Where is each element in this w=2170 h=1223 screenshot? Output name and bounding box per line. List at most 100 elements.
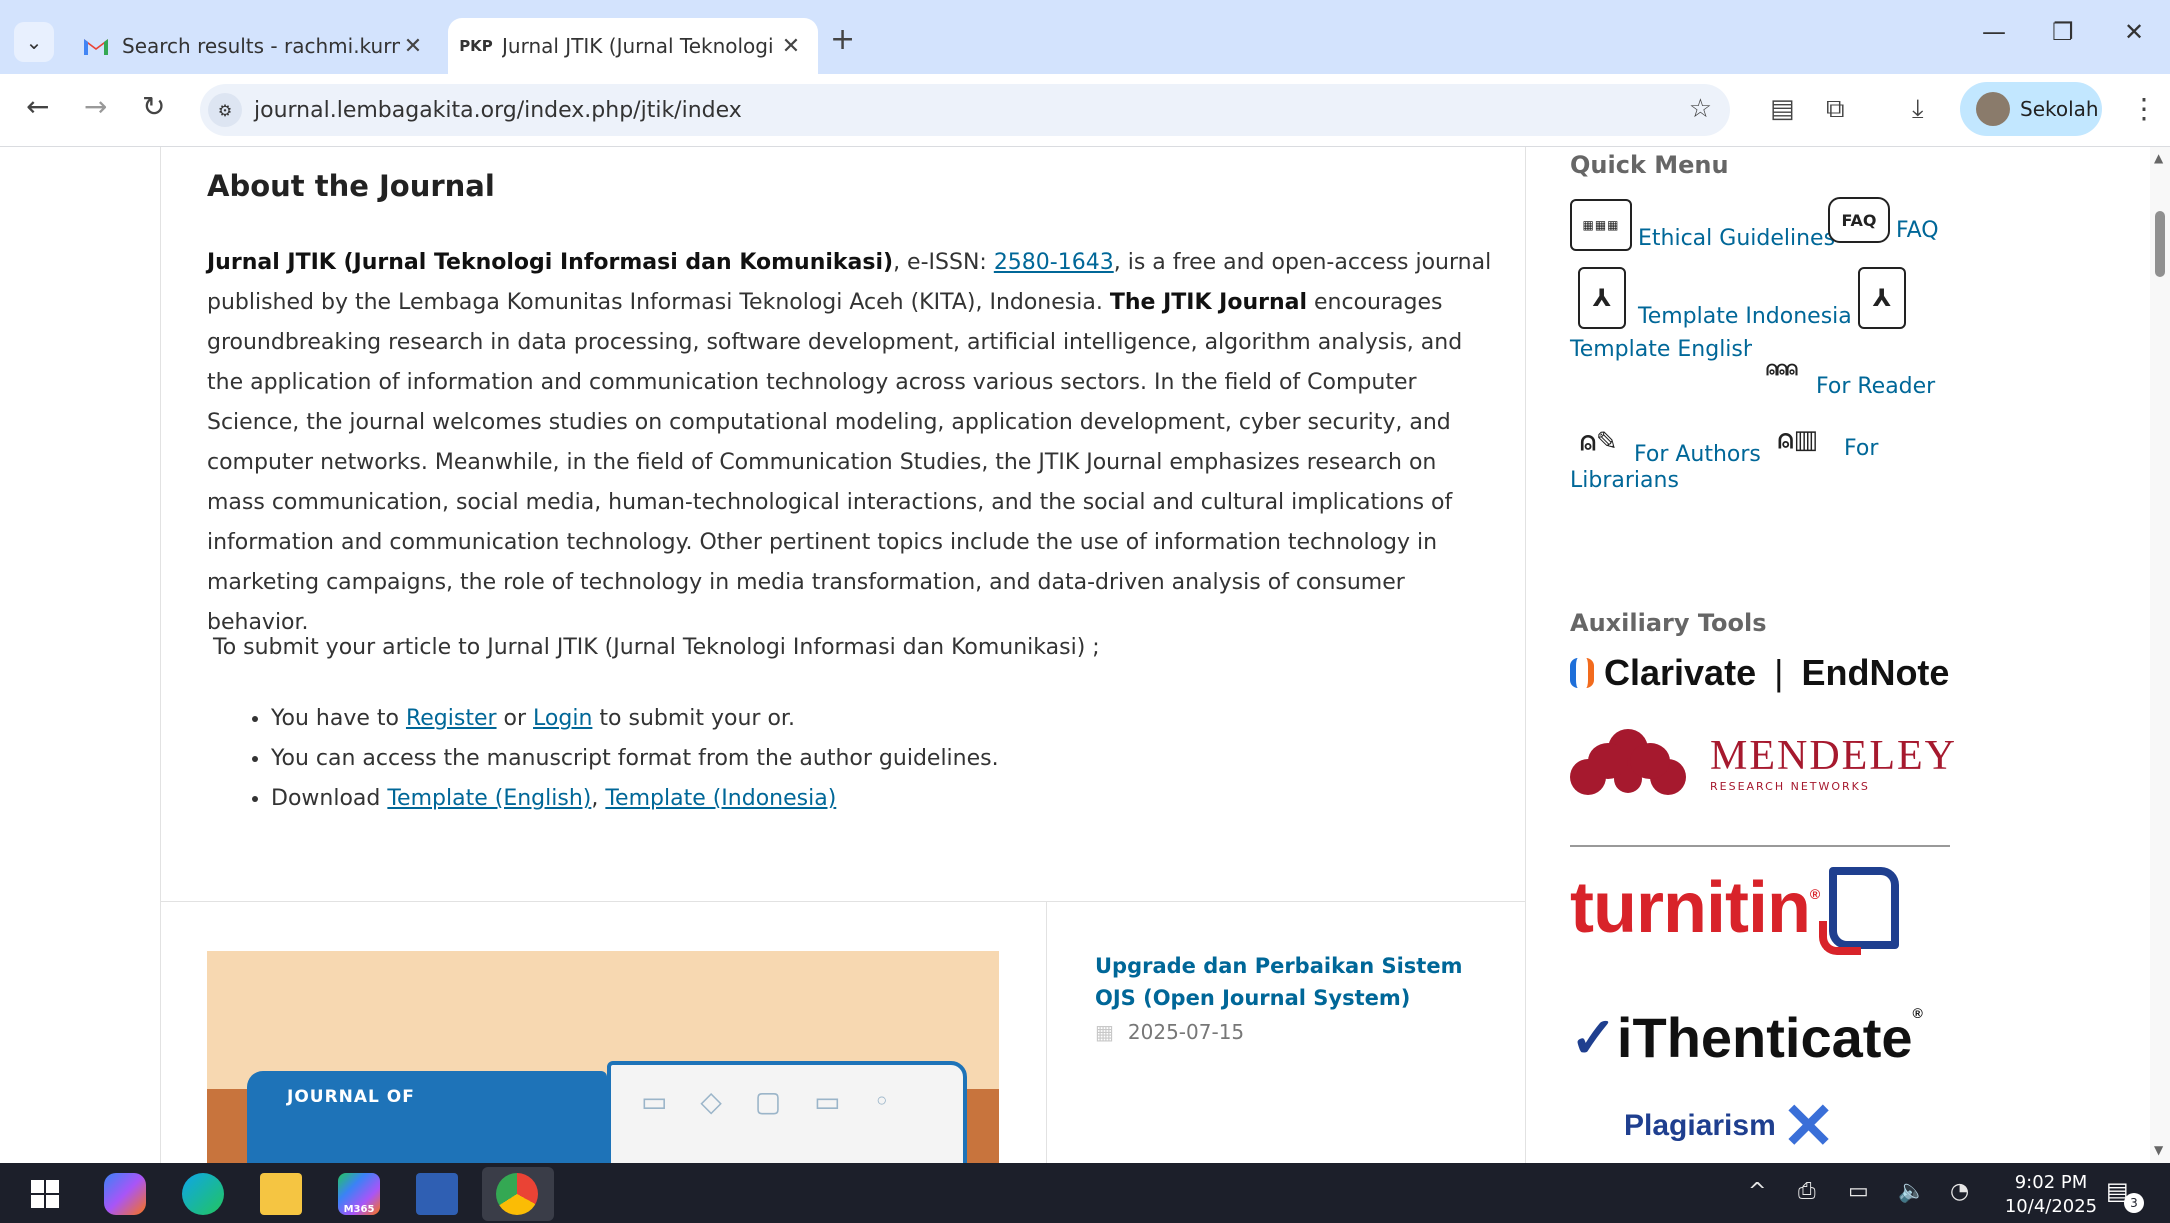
pdf-icon[interactable]: ⅄ — [1858, 267, 1906, 329]
bookmark-star-icon[interactable]: ☆ — [1689, 94, 1712, 124]
quick-menu-title: Quick Menu — [1570, 151, 1729, 179]
back-arrow-icon[interactable]: ← — [26, 90, 49, 123]
windows-start-icon[interactable] — [24, 1173, 66, 1215]
endnote-text: EndNote — [1801, 652, 1950, 693]
quick-menu-ethical[interactable]: ▦▦▦ Ethical Guidelines — [1570, 199, 1835, 251]
address-bar[interactable]: ⚙ journal.lembagakita.org/index.php/jtik… — [200, 84, 1730, 136]
login-link[interactable]: Login — [533, 706, 592, 731]
page-scrollbar[interactable] — [2150, 147, 2170, 1163]
store-icon[interactable] — [416, 1173, 458, 1215]
list-item: Download Template (English), Template (I… — [271, 779, 999, 819]
turnitin-text: turnitin — [1570, 868, 1811, 948]
ithenticate-logo[interactable]: ✓iThenticate® — [1570, 1005, 1923, 1071]
about-title: About the Journal — [207, 169, 495, 203]
reader-extension-icon[interactable]: ▤ — [1770, 94, 1795, 124]
clock-date: 10/4/2025 — [2004, 1196, 2098, 1217]
notification-badge: 3 — [2124, 1193, 2144, 1213]
cover-book-page: ▭ ◇ ▢ ▭ ◦ — [607, 1061, 967, 1163]
quick-menu-faq[interactable]: FAQ FAQ — [1828, 197, 1939, 243]
quick-menu-label: Ethical Guidelines — [1638, 226, 1836, 251]
site-info-icon[interactable]: ⚙ — [208, 93, 242, 127]
submit-list: You have to Register or Login to submit … — [207, 699, 999, 819]
web-page: About the Journal Jurnal JTIK (Jurnal Te… — [0, 147, 2170, 1163]
quick-menu-label: Template Indonesia — [1638, 304, 1852, 329]
turnitin-logo[interactable]: turnitin ® — [1570, 867, 1900, 955]
extensions-puzzle-icon[interactable]: ⧉ — [1826, 94, 1845, 125]
show-hidden-icons-chevron[interactable]: ^ — [1748, 1179, 1766, 1204]
mendeley-wordmark: MENDELEY RESEARCH NETWORKS — [1710, 732, 1957, 793]
m365-icon[interactable]: M365 — [338, 1173, 380, 1215]
column-divider — [1046, 901, 1047, 1163]
minimize-button[interactable]: — — [1982, 18, 2006, 46]
register-link[interactable]: Register — [406, 706, 497, 731]
submit-intro: To submit your article to Jurnal JTIK (J… — [213, 635, 1100, 660]
tab-gmail[interactable]: Search results - rachmi.kurnia@ ✕ — [68, 18, 440, 74]
meet-now-icon[interactable]: ⎙ — [1798, 1179, 1816, 1204]
scroll-down-arrow-icon[interactable]: ▼ — [2154, 1143, 2163, 1157]
network-doodle-icon: ▭ ◇ ▢ ▭ ◦ — [641, 1085, 903, 1118]
template-english-link[interactable]: Template (English) — [387, 786, 591, 811]
pdf-icon: ⅄ — [1578, 267, 1626, 329]
close-tab-icon[interactable]: ✕ — [400, 34, 426, 59]
wifi-icon[interactable]: ◔ — [1950, 1179, 1969, 1204]
tab-search-button[interactable]: ⌄ — [14, 22, 54, 62]
registered-mark: ® — [1912, 1005, 1923, 1021]
forward-arrow-icon[interactable]: → — [84, 90, 107, 123]
list-item: You can access the manuscript format fro… — [271, 739, 999, 779]
taskbar-clock[interactable]: 9:02 PM 10/4/2025 — [1996, 1171, 2106, 1219]
tab-jtik[interactable]: PKP Jurnal JTIK (Jurnal Teknologi Inf ✕ — [448, 18, 818, 74]
for-librarians-label[interactable]: For Librarians — [1570, 433, 1878, 497]
cover-book-title: JOURNAL OF — [287, 1087, 415, 1107]
bullet-text: You have to — [271, 706, 406, 731]
battery-icon[interactable]: ▭ — [1848, 1179, 1869, 1204]
mendeley-logo[interactable]: MENDELEY RESEARCH NETWORKS — [1570, 729, 1957, 795]
ithenticate-text: iThenticate — [1616, 1006, 1913, 1069]
reload-icon[interactable]: ↻ — [142, 90, 165, 123]
quick-menu-label: FAQ — [1896, 218, 1939, 243]
quick-menu-template-english[interactable]: Template English — [1570, 337, 1757, 362]
announcement-date-row: ▦ 2025-07-15 — [1095, 1020, 1244, 1044]
close-tab-icon[interactable]: ✕ — [778, 34, 804, 59]
template-indonesia-link[interactable]: Template (Indonesia) — [605, 786, 836, 811]
plagiarism-checker-logo[interactable]: Plagiarism ✕ — [1624, 1094, 1835, 1158]
announcement-title[interactable]: Upgrade dan Perbaikan Sistem OJS (Open J… — [1095, 950, 1475, 1014]
list-item: You have to Register or Login to submit … — [271, 699, 999, 739]
announcement-date: 2025-07-15 — [1127, 1020, 1245, 1044]
about-text-2: encourages groundbreaking research in da… — [207, 290, 1463, 635]
bullet-text: , — [591, 786, 606, 811]
quick-menu-template-indonesia[interactable]: ⅄ Template Indonesia — [1578, 267, 1852, 329]
clarivate-text: Clarivate — [1604, 652, 1757, 693]
more-menu-icon[interactable]: ⋮ — [2130, 92, 2158, 125]
scroll-up-arrow-icon[interactable]: ▲ — [2154, 151, 2163, 165]
quick-menu-for-reader[interactable]: ⍝⍝⍝ For Reader — [1752, 337, 1935, 399]
download-icon[interactable]: ⤓ — [1912, 94, 1924, 125]
close-window-button[interactable]: ✕ — [2124, 18, 2144, 46]
tools-divider — [1570, 845, 1950, 847]
sidebar: Quick Menu ▦▦▦ Ethical Guidelines FAQ FA… — [1524, 147, 2124, 1163]
registered-mark: ® — [1809, 886, 1820, 902]
new-tab-button[interactable]: + — [830, 22, 855, 57]
restore-button[interactable]: ❐ — [2052, 18, 2074, 46]
clarivate-endnote-logo[interactable]: Clarivate | EndNote — [1570, 652, 1949, 694]
copilot-icon[interactable] — [104, 1173, 146, 1215]
calendar-icon: ▦ — [1095, 1020, 1114, 1044]
volume-icon[interactable]: 🔈 — [1898, 1179, 1925, 1204]
main-content: About the Journal Jurnal JTIK (Jurnal Te… — [160, 147, 1526, 1163]
browser-tab-bar: ⌄ Search results - rachmi.kurnia@ ✕ PKP … — [0, 0, 2170, 74]
edge-icon[interactable] — [182, 1173, 224, 1215]
profile-name: Sekolah — [2020, 97, 2099, 121]
pkp-favicon: PKP — [459, 37, 493, 55]
mendeley-text: MENDELEY — [1710, 732, 1957, 779]
jtik-bold: The JTIK Journal — [1109, 290, 1308, 315]
chrome-icon[interactable] — [496, 1173, 538, 1215]
file-explorer-icon[interactable] — [260, 1173, 302, 1215]
faq-icon: FAQ — [1828, 197, 1890, 243]
scrollbar-thumb[interactable] — [2155, 211, 2165, 277]
announcement-cover-image[interactable]: JOURNAL OF ▭ ◇ ▢ ▭ ◦ — [207, 951, 999, 1163]
profile-button[interactable]: Sekolah — [1960, 82, 2102, 136]
tab-title: Search results - rachmi.kurnia@ — [122, 34, 400, 58]
url-text[interactable]: journal.lembagakita.org/index.php/jtik/i… — [254, 98, 742, 123]
issn-link[interactable]: 2580-1643 — [994, 250, 1114, 275]
cover-book — [247, 1071, 607, 1163]
quick-menu-label: Template English — [1570, 337, 1757, 362]
